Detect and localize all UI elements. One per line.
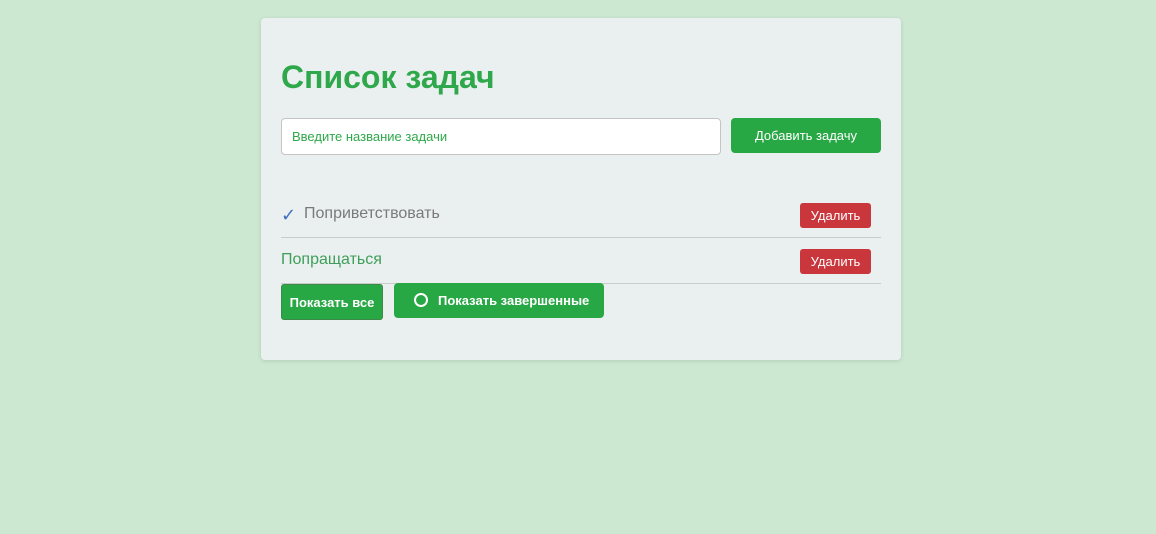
show-completed-button[interactable]: Показать завершенные bbox=[394, 283, 604, 318]
filter-bar: Показать все Показать завершенные bbox=[281, 283, 881, 320]
page-title: Список задач bbox=[281, 59, 495, 95]
task-list: ✓ Поприветствовать Удалить Попращаться У… bbox=[281, 192, 881, 284]
delete-task-button[interactable]: Удалить bbox=[800, 203, 871, 228]
task-item-pending: Попращаться Удалить bbox=[281, 238, 881, 284]
add-task-button[interactable]: Добавить задачу bbox=[731, 118, 881, 153]
task-item-completed: ✓ Поприветствовать Удалить bbox=[281, 192, 881, 238]
add-task-form: Добавить задачу bbox=[281, 118, 881, 155]
task-label[interactable]: Попращаться bbox=[281, 250, 382, 270]
delete-task-button[interactable]: Удалить bbox=[800, 249, 871, 274]
todo-card: Список задач Добавить задачу ✓ Поприветс… bbox=[261, 18, 901, 360]
task-label[interactable]: Поприветствовать bbox=[304, 204, 440, 224]
checkmark-icon: ✓ bbox=[281, 205, 297, 225]
show-all-button[interactable]: Показать все bbox=[281, 284, 383, 320]
show-completed-label: Показать завершенные bbox=[438, 293, 590, 308]
circle-icon bbox=[414, 293, 428, 307]
task-name-input[interactable] bbox=[281, 118, 721, 155]
